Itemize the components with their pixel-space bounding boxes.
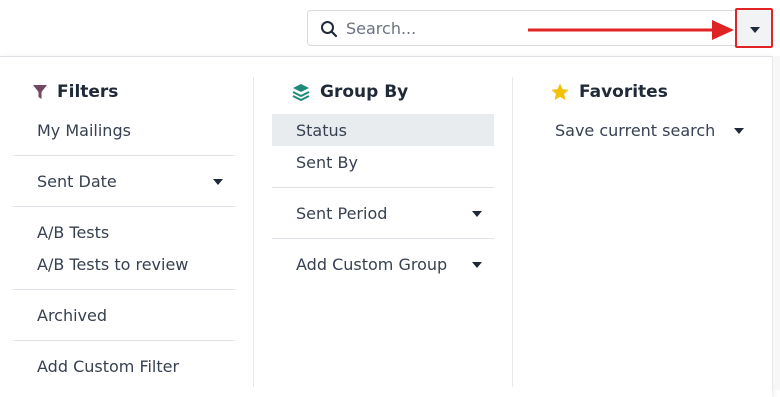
divider bbox=[272, 238, 494, 239]
column-divider bbox=[253, 77, 254, 387]
divider bbox=[13, 340, 235, 341]
search-icon bbox=[321, 21, 338, 38]
add-custom-group-label: Add Custom Group bbox=[296, 254, 448, 274]
group-by-title: Group By bbox=[320, 82, 409, 102]
group-by-column: Group By Status Sent By Sent Period Add … bbox=[272, 77, 494, 397]
filters-header: Filters bbox=[13, 77, 235, 107]
favorites-column: Favorites Save current search bbox=[531, 77, 766, 397]
filter-archived[interactable]: Archived bbox=[13, 299, 235, 331]
layers-icon bbox=[292, 84, 310, 101]
divider bbox=[272, 187, 494, 188]
add-custom-group[interactable]: Add Custom Group bbox=[272, 248, 494, 280]
group-by-sent-by[interactable]: Sent By bbox=[272, 146, 494, 178]
funnel-icon bbox=[33, 85, 47, 99]
caret-down-icon bbox=[734, 128, 744, 134]
divider bbox=[13, 155, 235, 156]
add-custom-filter[interactable]: Add Custom Filter bbox=[13, 350, 235, 382]
filters-title: Filters bbox=[57, 82, 119, 102]
caret-down-icon bbox=[472, 262, 482, 268]
group-by-sent-period[interactable]: Sent Period bbox=[272, 197, 494, 229]
filter-ab-tests-to-review[interactable]: A/B Tests to review bbox=[13, 248, 235, 280]
filter-my-mailings[interactable]: My Mailings bbox=[13, 114, 235, 146]
annotation-arrow-icon bbox=[528, 20, 734, 40]
caret-down-icon bbox=[213, 179, 223, 185]
search-panel-toggle-button[interactable] bbox=[735, 8, 773, 48]
filter-ab-tests[interactable]: A/B Tests bbox=[13, 216, 235, 248]
filter-sent-date-label: Sent Date bbox=[37, 171, 117, 191]
search-dropdown-panel: Filters My Mailings Sent Date A/B Tests … bbox=[0, 56, 772, 397]
divider bbox=[13, 206, 235, 207]
caret-down-icon bbox=[472, 211, 482, 217]
save-current-search[interactable]: Save current search bbox=[531, 114, 766, 146]
group-by-header: Group By bbox=[272, 77, 494, 107]
favorites-title: Favorites bbox=[579, 82, 668, 102]
column-divider bbox=[512, 77, 513, 387]
favorites-header: Favorites bbox=[531, 77, 766, 107]
background-list-edge bbox=[772, 56, 780, 390]
filters-column: Filters My Mailings Sent Date A/B Tests … bbox=[13, 77, 235, 397]
group-by-sent-period-label: Sent Period bbox=[296, 203, 388, 223]
star-icon bbox=[551, 83, 569, 100]
divider bbox=[13, 289, 235, 290]
save-current-search-label: Save current search bbox=[555, 120, 716, 140]
caret-down-icon bbox=[750, 27, 760, 33]
group-by-status[interactable]: Status bbox=[272, 114, 494, 146]
filter-sent-date[interactable]: Sent Date bbox=[13, 165, 235, 197]
